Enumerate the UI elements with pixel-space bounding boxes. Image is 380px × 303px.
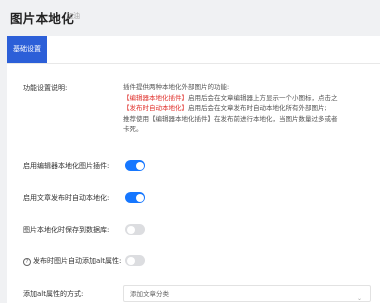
editor-plugin-highlight: 【编辑器本地化插件】 bbox=[123, 93, 188, 102]
editor-plugin-label: 启用编辑器本地化图片插件: bbox=[23, 162, 110, 170]
description-line-4: 推荐使用【编辑器本地化插件】在发布前进行本地化，当图片数量过多或者 bbox=[123, 114, 338, 123]
description-label: 功能设置说明: bbox=[23, 84, 68, 92]
description-line-2: 【编辑器本地化插件】启用后会在文章编辑器上方显示一个小图标，点击之 bbox=[123, 93, 338, 102]
toggle-knob bbox=[126, 256, 135, 265]
toggle-knob bbox=[126, 225, 135, 234]
toggle-knob bbox=[135, 193, 144, 202]
tab-basic-settings[interactable]: 基础设置 bbox=[7, 36, 47, 63]
settings-card: 基础设置 功能设置说明: 插件提供两种本地化外部图片的功能: 【编辑器本地化插件… bbox=[7, 36, 380, 303]
editor-plugin-toggle[interactable] bbox=[125, 160, 145, 171]
auto-localize-toggle[interactable] bbox=[125, 192, 145, 203]
page-title: 图片本地化 bbox=[10, 11, 75, 26]
page-subtitle: 加油 bbox=[66, 12, 80, 20]
description-text: 插件提供两种本地化外部图片的功能: 【编辑器本地化插件】启用后会在文章编辑器上方… bbox=[123, 82, 371, 135]
alt-method-label: 添加alt属性的方式: bbox=[23, 290, 84, 298]
save-to-db-label: 图片本地化时保存到数据库: bbox=[23, 226, 110, 234]
toggle-knob bbox=[135, 161, 144, 170]
auto-localize-label: 启用文章发布时自动本地化: bbox=[23, 194, 110, 202]
alt-method-select[interactable]: 添加文章分类 ⌄ bbox=[123, 285, 371, 302]
question-circle-icon[interactable]: ? bbox=[23, 258, 31, 266]
auto-alt-label: ? 发布时图片自动添加alt属性: bbox=[23, 256, 121, 266]
tab-bar: 基础设置 bbox=[7, 36, 380, 64]
auto-alt-toggle[interactable] bbox=[125, 255, 145, 266]
description-line-1: 插件提供两种本地化外部图片的功能: bbox=[123, 83, 230, 91]
save-to-db-toggle[interactable] bbox=[125, 224, 145, 235]
chevron-down-icon: ⌄ bbox=[356, 295, 362, 302]
description-line-5: 卡死。 bbox=[123, 125, 143, 133]
alt-method-value: 添加文章分类 bbox=[130, 290, 169, 298]
description-line-3: 【发布时自动本地化】启用后会在文章发布时自动本地化所有外部图片; bbox=[123, 104, 327, 112]
publish-auto-highlight: 【发布时自动本地化】 bbox=[123, 104, 188, 112]
